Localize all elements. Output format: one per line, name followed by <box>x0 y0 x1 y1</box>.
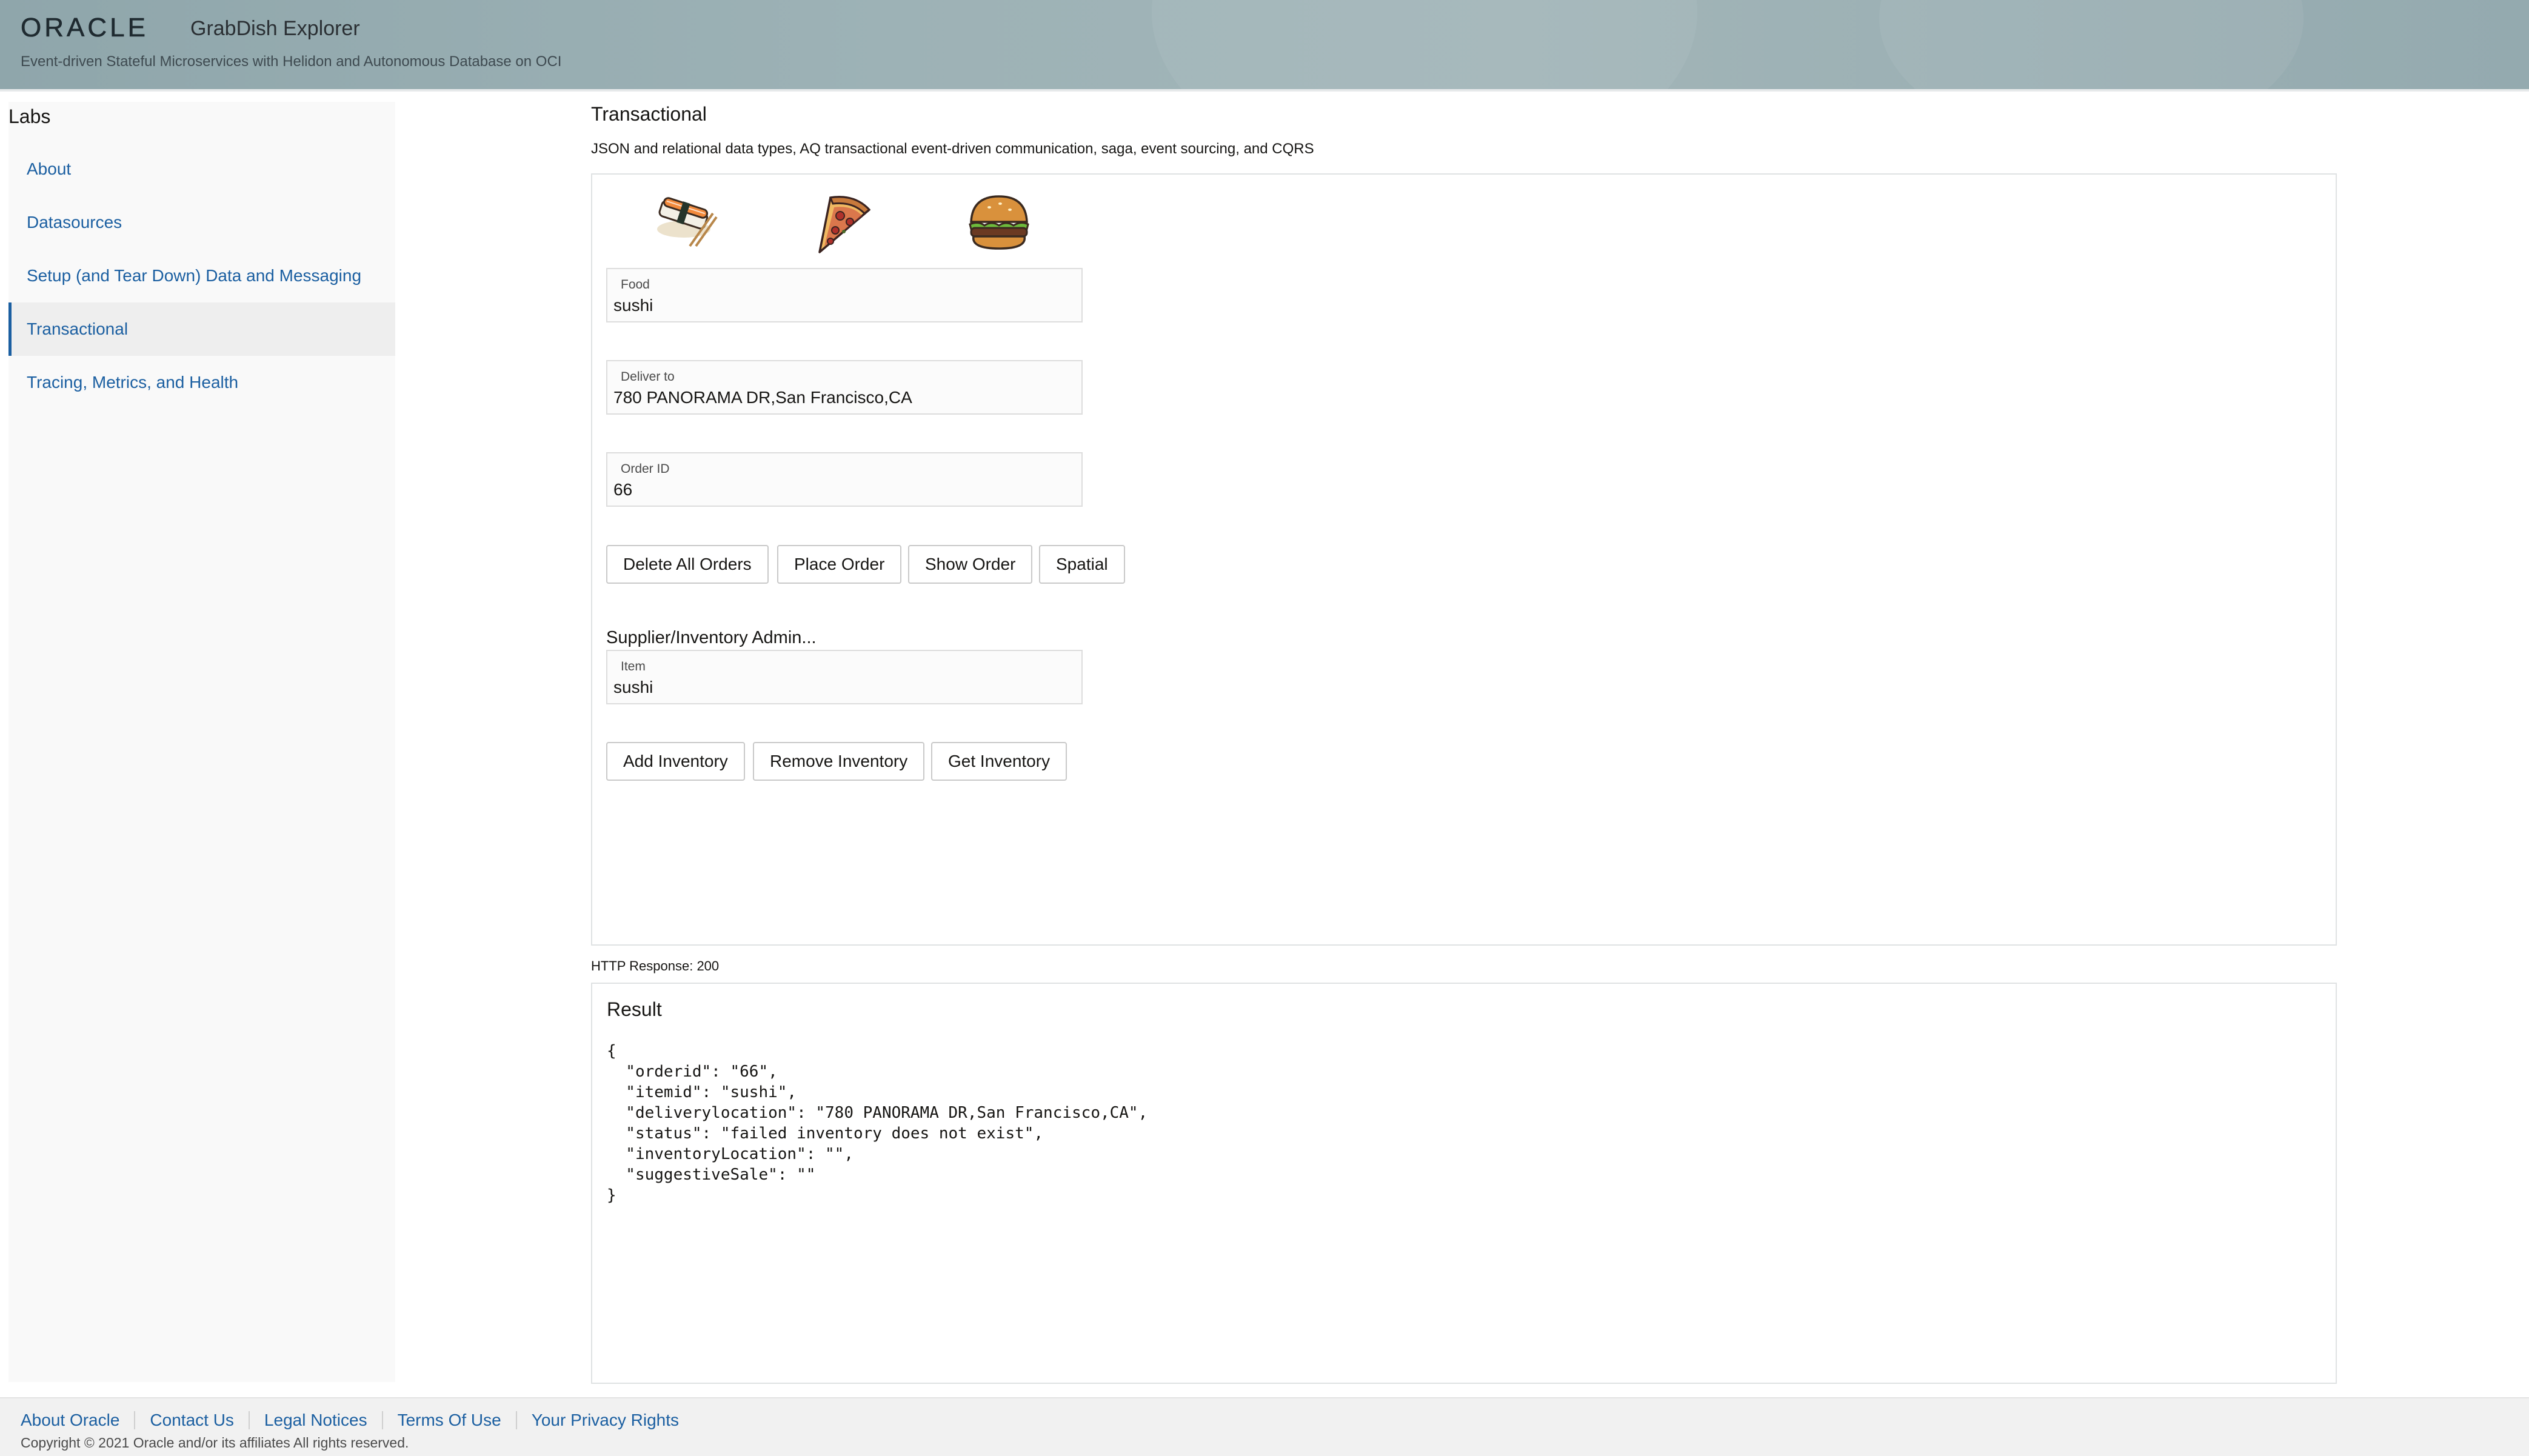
footer-links: About Oracle Contact Us Legal Notices Te… <box>21 1411 679 1430</box>
food-field[interactable]: Food <box>606 268 1083 322</box>
remove-inventory-button[interactable]: Remove Inventory <box>753 742 925 781</box>
footer-divider <box>515 1411 517 1429</box>
footer-link-legal-notices[interactable]: Legal Notices <box>264 1411 367 1430</box>
item-input[interactable] <box>613 676 1074 698</box>
burger-icon[interactable] <box>966 193 1032 252</box>
sidebar-item-datasources[interactable]: Datasources <box>8 196 395 249</box>
sidebar-item-label: About <box>27 159 72 178</box>
sidebar-item-setup[interactable]: Setup (and Tear Down) Data and Messaging <box>8 249 395 302</box>
app-subtitle: Event-driven Stateful Microservices with… <box>21 53 562 70</box>
footer-link-terms-of-use[interactable]: Terms Of Use <box>398 1411 501 1430</box>
app-title: GrabDish Explorer <box>190 17 360 40</box>
result-panel: Result { "orderid": "66", "itemid": "sus… <box>591 983 2337 1384</box>
sidebar-item-label: Tracing, Metrics, and Health <box>27 373 239 392</box>
sidebar-item-label: Setup (and Tear Down) Data and Messaging <box>27 266 362 285</box>
get-inventory-button[interactable]: Get Inventory <box>931 742 1067 781</box>
sidebar-item-transactional[interactable]: Transactional <box>8 302 395 356</box>
oracle-logo-text: ORACLE <box>21 13 149 42</box>
copyright-text: Copyright © 2021 Oracle and/or its affil… <box>21 1435 409 1451</box>
item-field[interactable]: Item <box>606 650 1083 704</box>
supplier-admin-heading: Supplier/Inventory Admin... <box>606 628 817 647</box>
footer-link-contact-us[interactable]: Contact Us <box>150 1411 234 1430</box>
sidebar-item-about[interactable]: About <box>8 142 395 196</box>
item-field-label: Item <box>621 660 646 673</box>
footer-link-about-oracle[interactable]: About Oracle <box>21 1411 119 1430</box>
footer-divider <box>248 1411 250 1429</box>
sidebar-item-tracing[interactable]: Tracing, Metrics, and Health <box>8 356 395 409</box>
delete-all-orders-button[interactable]: Delete All Orders <box>606 545 769 584</box>
deliver-to-input[interactable] <box>613 387 1074 409</box>
food-input[interactable] <box>613 295 1074 316</box>
sidebar-item-label: Transactional <box>27 319 129 338</box>
order-id-field-label: Order ID <box>621 462 670 476</box>
oracle-logo[interactable]: ORACLE <box>21 13 166 42</box>
sidebar-item-label: Datasources <box>27 213 122 232</box>
food-field-label: Food <box>621 278 650 292</box>
footer: About Oracle Contact Us Legal Notices Te… <box>0 1397 2529 1456</box>
order-id-input[interactable] <box>613 479 1074 501</box>
result-json: { "orderid": "66", "itemid": "sushi", "d… <box>607 1042 1148 1204</box>
deliver-to-field[interactable]: Deliver to <box>606 360 1083 415</box>
add-inventory-button[interactable]: Add Inventory <box>606 742 745 781</box>
spatial-button[interactable]: Spatial <box>1039 545 1125 584</box>
pizza-icon[interactable] <box>806 192 874 256</box>
page-description: JSON and relational data types, AQ trans… <box>591 141 1314 157</box>
place-order-button[interactable]: Place Order <box>777 545 902 584</box>
footer-divider <box>134 1411 136 1429</box>
result-title: Result <box>607 998 662 1020</box>
sidebar: Labs About Datasources Setup (and Tear D… <box>8 102 395 1382</box>
order-id-field[interactable]: Order ID <box>606 452 1083 507</box>
deliver-to-field-label: Deliver to <box>621 370 675 384</box>
app-header: ORACLE GrabDish Explorer Event-driven St… <box>0 0 2529 89</box>
http-response-status: HTTP Response: 200 <box>591 958 720 973</box>
page-title: Transactional <box>591 103 707 125</box>
header-divider <box>0 89 2529 92</box>
footer-divider <box>381 1411 383 1429</box>
show-order-button[interactable]: Show Order <box>908 545 1033 584</box>
sidebar-heading: Labs <box>8 105 51 127</box>
sushi-icon[interactable] <box>653 195 718 247</box>
footer-link-privacy-rights[interactable]: Your Privacy Rights <box>532 1411 679 1430</box>
